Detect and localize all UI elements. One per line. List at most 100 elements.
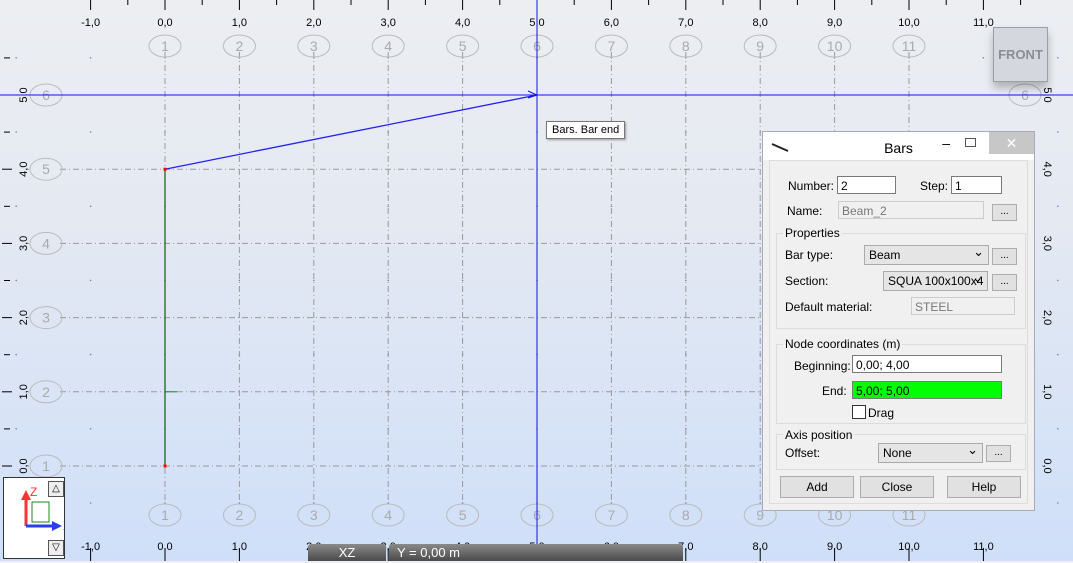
minimize-button[interactable]: –	[942, 135, 950, 151]
grid-dot	[238, 205, 241, 207]
ruler-x-label-bottom: 10,0	[898, 541, 919, 553]
grid-column-label: 7	[608, 38, 616, 54]
grid-dot	[15, 205, 17, 207]
offset-more-button[interactable]: ...	[986, 445, 1011, 462]
grid-dot	[1057, 428, 1059, 430]
axis-z-label: Z	[30, 485, 37, 499]
step-input[interactable]: 1	[951, 176, 1002, 194]
maximize-button[interactable]	[965, 138, 976, 147]
ruler-z-label-right: 3,0	[1041, 236, 1053, 251]
grid-dot	[313, 279, 315, 282]
step-label: Step:	[920, 179, 949, 193]
bar-type-more-button[interactable]: ...	[992, 248, 1017, 265]
axis-position-group-label: Axis position	[783, 428, 855, 442]
grid-column-label: 8	[682, 507, 690, 523]
material-input: STEEL	[911, 297, 1015, 315]
dialog-titlebar[interactable]: Bars – ✕	[763, 132, 1034, 160]
ruler-x-label-top: 6,0	[604, 17, 619, 29]
bar-type-select[interactable]: Beam	[864, 243, 989, 265]
tooltip: Bars. Bar end	[546, 121, 626, 139]
grid-dot	[89, 57, 92, 59]
grid-dot	[89, 502, 92, 504]
grid-dot	[610, 205, 613, 207]
grid-column-label: 10	[827, 38, 843, 54]
name-more-button[interactable]: ...	[992, 204, 1017, 221]
grid-column-label: 3	[310, 507, 318, 523]
view-cube-front-button[interactable]: FRONT	[993, 27, 1048, 82]
grid-dot	[15, 57, 17, 59]
properties-group-label: Properties	[783, 226, 842, 240]
ruler-x-label-bottom: 0,0	[157, 541, 172, 553]
beginning-input[interactable]: 0,00; 4,00	[852, 355, 1002, 373]
ruler-x-label-top: 0,0	[157, 17, 172, 29]
ruler-z-label-left: 1,0	[18, 384, 30, 399]
grid-dot	[982, 57, 985, 59]
ruler-x-label-top: 10,0	[898, 17, 919, 29]
bars-dialog: Bars – ✕ Number: 2 Step: 1 Name: Beam_2 …	[762, 131, 1035, 511]
offset-label: Offset:	[785, 446, 821, 460]
ruler-x-label-bottom: 9,0	[827, 541, 842, 553]
ruler-x-label-top: 3,0	[381, 17, 396, 29]
add-button[interactable]: Add	[780, 476, 854, 498]
grid-column-label: 5	[459, 507, 467, 523]
grid-column-label: 2	[236, 38, 244, 54]
section-more-button[interactable]: ...	[992, 274, 1017, 291]
ruler-z-label-left: 3,0	[18, 236, 30, 251]
number-label: Number:	[788, 179, 835, 193]
rotate-down-button[interactable]: ▽	[48, 540, 64, 556]
grid-column-label: 4	[384, 38, 392, 54]
node-coordinates-group-label: Node coordinates (m)	[783, 337, 903, 351]
grid-column-label: 4	[384, 507, 392, 523]
name-input[interactable]: Beam_2	[838, 201, 984, 219]
grid-dot	[1057, 502, 1059, 504]
grid-dot	[89, 131, 92, 133]
section-select[interactable]: SQUA 100x100x4	[883, 271, 988, 291]
ruler-z-label-left: 4,0	[18, 162, 30, 177]
beginning-label: Beginning:	[794, 359, 851, 373]
ruler-x-label-top: -1,0	[81, 17, 100, 29]
number-input[interactable]: 2	[837, 176, 896, 194]
grid-column-label: 1	[161, 507, 169, 523]
ruler-x-label-bottom: -1,0	[81, 541, 100, 553]
offset-select[interactable]: None	[878, 441, 983, 463]
ruler-x-label-top: 9,0	[827, 17, 842, 29]
ruler-x-label-top: 1,0	[232, 17, 247, 29]
grid-dot	[685, 205, 687, 207]
rotate-up-button[interactable]: △	[48, 481, 64, 497]
drag-label: Drag	[868, 406, 895, 420]
close-button[interactable]: Close	[860, 476, 934, 498]
grid-dot	[1057, 353, 1059, 356]
ruler-x-label-bottom: 11,0	[973, 541, 994, 553]
grid-column-label: 8	[682, 38, 690, 54]
grid-row-label: 5	[42, 161, 50, 177]
grid-column-label: 2	[236, 507, 244, 523]
level-selector[interactable]: Y = 0,00 m	[389, 544, 683, 561]
grid-column-label: 9	[756, 38, 764, 54]
axis-x-label: X	[63, 519, 64, 533]
help-button[interactable]: Help	[947, 476, 1021, 498]
grid-dot	[1057, 205, 1059, 207]
end-input[interactable]: 5,00; 5,00	[852, 381, 1002, 399]
ruler-x-label-top: 2,0	[306, 17, 321, 29]
axis-indicator: Z X △ ▽	[3, 477, 71, 559]
ruler-z-label-right: 1,0	[1041, 384, 1053, 399]
node-marker	[163, 464, 167, 468]
grid-dot	[89, 428, 92, 430]
ruler-z-label-left: 0,0	[18, 458, 30, 473]
ruler-x-label-top: 4,0	[455, 17, 470, 29]
ruler-x-label-bottom: 8,0	[753, 541, 768, 553]
grid-dot	[610, 279, 613, 282]
grid-dot	[238, 279, 241, 282]
grid-dot	[685, 279, 687, 282]
grid-row-label: 4	[42, 235, 50, 251]
node-marker	[163, 167, 167, 171]
grid-column-label: 11	[902, 38, 917, 54]
drag-checkbox[interactable]	[852, 405, 866, 419]
plane-button[interactable]: XZ	[308, 544, 386, 561]
close-window-button[interactable]: ✕	[989, 132, 1034, 154]
grid-column-label: 1	[161, 38, 169, 54]
grid-dot	[1057, 279, 1059, 282]
grid-dot	[461, 279, 464, 282]
grid-dot	[313, 205, 315, 207]
grid-dot	[461, 205, 464, 207]
